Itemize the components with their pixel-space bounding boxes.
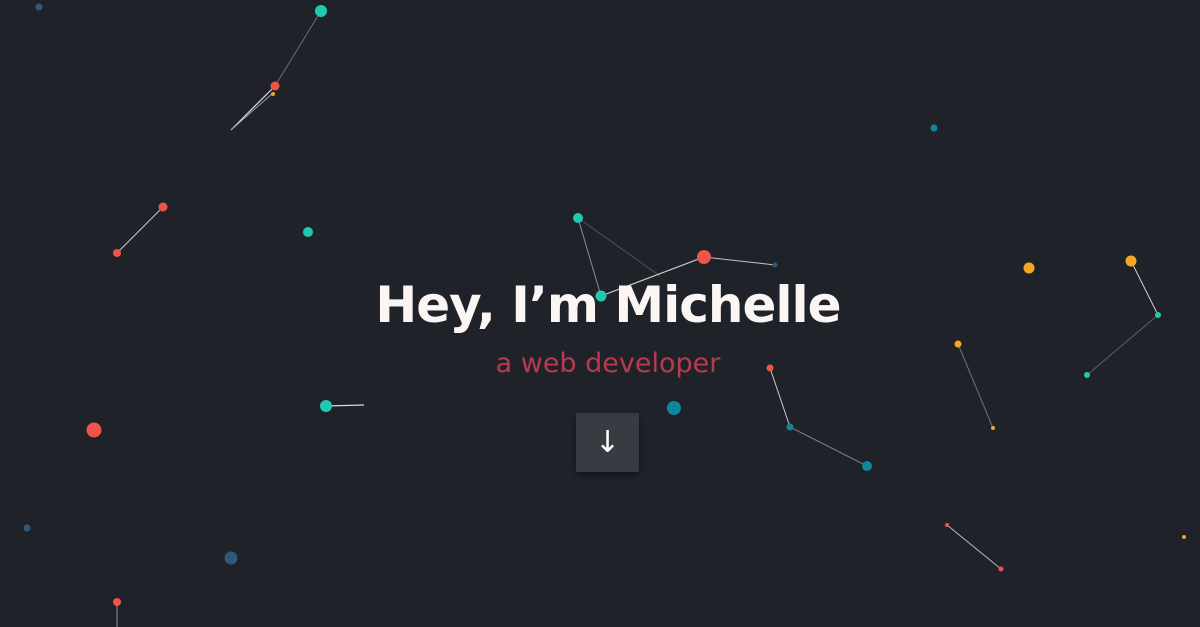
particle xyxy=(786,423,794,431)
particle-link xyxy=(274,10,322,87)
particle-link xyxy=(946,524,1002,570)
hero-headline: Hey, I’m Michelle xyxy=(375,276,841,334)
particle xyxy=(113,598,121,606)
particle xyxy=(224,551,238,565)
particle xyxy=(772,262,778,268)
particle xyxy=(998,566,1004,572)
particle xyxy=(991,426,995,430)
particle xyxy=(862,461,872,471)
arrow-down-icon: ↓ xyxy=(594,425,621,460)
particle xyxy=(930,124,938,132)
particle xyxy=(315,5,327,17)
particle xyxy=(23,524,31,532)
particle xyxy=(271,92,275,96)
hero-section: Hey, I’m Michelle a web developer ↓ xyxy=(0,0,1200,627)
particle xyxy=(573,213,583,223)
particle xyxy=(945,523,949,527)
particle xyxy=(697,250,711,264)
particle xyxy=(320,400,332,412)
particle-link xyxy=(577,217,661,277)
particle xyxy=(1125,255,1137,267)
particle-link xyxy=(116,206,164,254)
particle xyxy=(667,401,681,415)
particle-link xyxy=(789,426,868,467)
hero-subtitle: a web developer xyxy=(495,348,721,379)
particle xyxy=(303,227,313,237)
particle xyxy=(158,202,168,212)
scroll-down-button[interactable]: ↓ xyxy=(576,413,639,472)
particle xyxy=(1182,535,1186,539)
particle xyxy=(35,3,43,11)
particle xyxy=(270,81,280,91)
particle-link xyxy=(703,256,776,266)
particle xyxy=(113,249,121,257)
particle-link xyxy=(230,92,274,131)
particle-link xyxy=(230,85,276,131)
particle xyxy=(86,422,102,438)
